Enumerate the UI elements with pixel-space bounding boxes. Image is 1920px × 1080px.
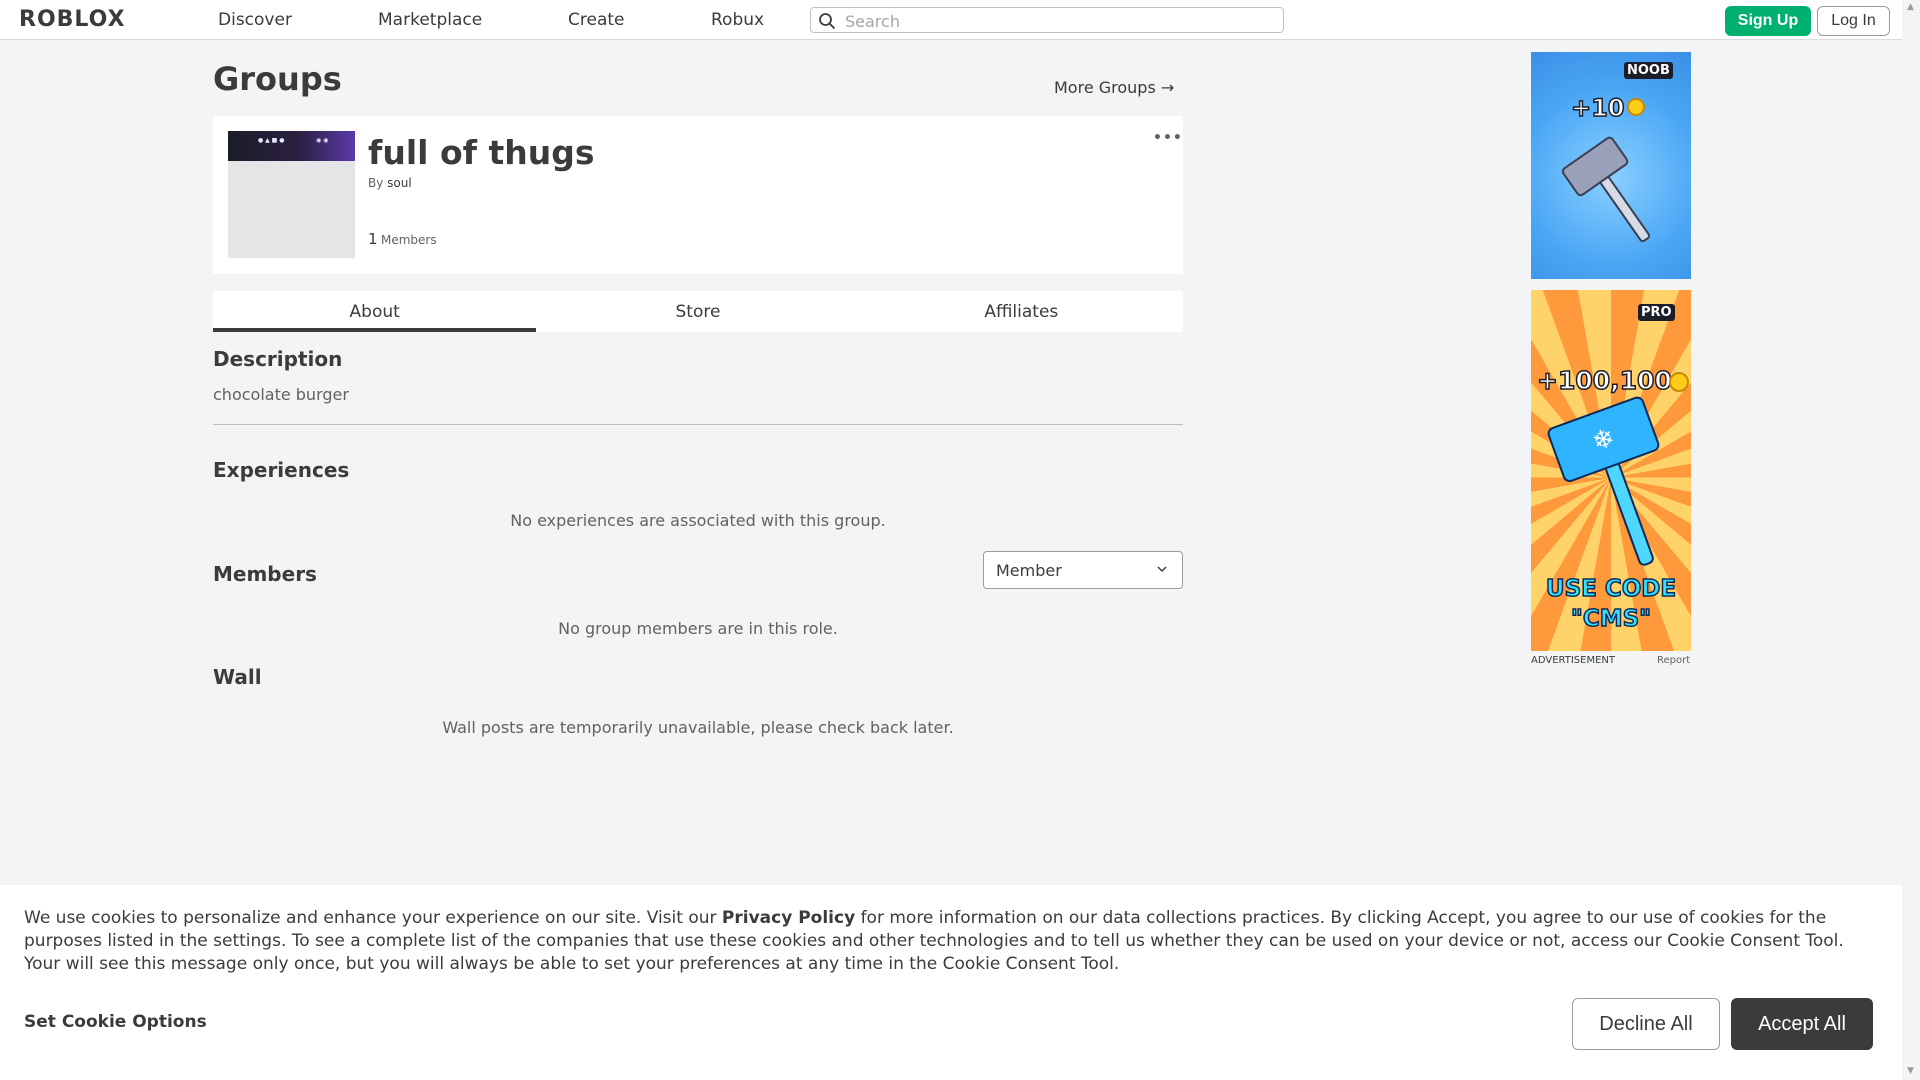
log-in-button[interactable]: Log In — [1817, 6, 1890, 36]
section-divider — [213, 424, 1183, 425]
group-name: full of thugs — [368, 133, 595, 172]
ad-pro-code-line2: "CMS" — [1570, 605, 1652, 633]
page-title: Groups — [213, 60, 342, 98]
experiences-heading: Experiences — [213, 458, 350, 482]
nav-discover[interactable]: Discover — [218, 10, 292, 30]
role-select-value: Member — [996, 561, 1062, 580]
description-heading: Description — [213, 347, 343, 371]
tab-about[interactable]: About — [213, 291, 537, 332]
tab-store[interactable]: Store — [536, 291, 859, 332]
more-groups-link[interactable]: More Groups → — [1054, 78, 1174, 97]
experiences-empty-message: No experiences are associated with this … — [510, 511, 886, 530]
wall-heading: Wall — [213, 665, 262, 689]
group-header-card: ● ▲ ■ ● ◉ ◉ full of thugs By soul 1 Memb… — [213, 116, 1183, 274]
page-scrollbar[interactable]: ▲ ▼ — [1902, 0, 1920, 1080]
hammer-icon — [1561, 136, 1651, 243]
chevron-down-icon — [1157, 566, 1167, 573]
group-owner: By soul — [368, 176, 412, 190]
wall-empty-message: Wall posts are temporarily unavailable, … — [442, 718, 954, 737]
set-cookie-options-link[interactable]: Set Cookie Options — [24, 1012, 207, 1032]
description-text: chocolate burger — [213, 385, 349, 404]
role-select-dropdown[interactable]: Member — [983, 551, 1183, 589]
ad-pro-code-line1: USE CODE — [1545, 575, 1677, 603]
cookie-text-part1: We use cookies to personalize and enhanc… — [24, 908, 722, 928]
roblox-logo[interactable]: ROBLOX — [19, 7, 126, 32]
members-empty-message: No group members are in this role. — [558, 619, 838, 638]
sign-up-button[interactable]: Sign Up — [1725, 6, 1811, 36]
nav-create[interactable]: Create — [568, 10, 625, 30]
accept-all-button[interactable]: Accept All — [1731, 998, 1873, 1050]
search-box — [810, 7, 1284, 33]
group-members-label: Members — [381, 233, 437, 247]
group-emblem-strip: ● ▲ ■ ● ◉ ◉ — [228, 131, 355, 161]
top-navigation-bar: ROBLOX Discover Marketplace Create Robux… — [0, 0, 1902, 40]
tab-affiliates[interactable]: Affiliates — [860, 291, 1183, 332]
ellipsis-icon[interactable]: ••• — [1153, 130, 1183, 146]
advertisement-banner-pro[interactable]: PRO +100,100 ❄ USE CODE "CMS" — [1531, 290, 1691, 651]
group-tabs: About Store Affiliates — [213, 291, 1183, 332]
advertisement-label: ADVERTISEMENT — [1531, 655, 1616, 666]
group-owner-prefix: By — [368, 176, 384, 190]
group-member-count: 1 — [368, 230, 378, 248]
advertisement-banner-noob[interactable]: NOOB +10 — [1531, 52, 1691, 279]
decline-all-button[interactable]: Decline All — [1572, 998, 1720, 1050]
nav-robux[interactable]: Robux — [711, 10, 764, 30]
group-emblem-image: ● ▲ ■ ● ◉ ◉ — [228, 131, 355, 258]
cookie-consent-banner: We use cookies to personalize and enhanc… — [0, 885, 1902, 1080]
members-heading: Members — [213, 562, 317, 586]
scroll-down-icon[interactable]: ▼ — [1907, 1066, 1914, 1076]
nav-marketplace[interactable]: Marketplace — [378, 10, 482, 30]
search-input[interactable] — [843, 10, 1277, 32]
cookie-message: We use cookies to personalize and enhanc… — [24, 907, 1880, 976]
privacy-policy-link[interactable]: Privacy Policy — [722, 908, 855, 928]
group-owner-link[interactable]: soul — [387, 176, 412, 190]
scroll-up-icon[interactable]: ▲ — [1907, 2, 1914, 12]
report-ad-link[interactable]: Report — [1657, 655, 1690, 666]
search-icon — [819, 13, 835, 29]
